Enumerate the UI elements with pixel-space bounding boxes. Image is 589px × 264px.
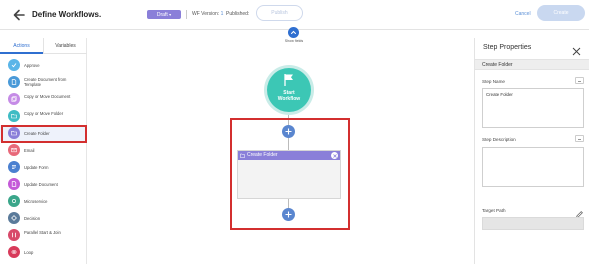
document-edit-icon: [8, 178, 20, 190]
sidebar-item-update-form[interactable]: Update Form: [0, 159, 87, 176]
selection-highlight: [1, 125, 87, 143]
step-name-menu-icon[interactable]: [575, 77, 584, 84]
sidebar-item-microservice[interactable]: Microservice: [0, 193, 87, 210]
top-bar: Define Workflows. Draft ▾ WF Version: 1 …: [0, 0, 589, 30]
sidebar-item-create-document-from-template[interactable]: Create Document from Template: [0, 74, 87, 91]
sidebar-item-label: Approve: [24, 63, 40, 68]
chevron-down-icon: ▾: [169, 12, 172, 17]
page-title: Define Workflows.: [32, 10, 102, 19]
tab-variables[interactable]: Variables: [43, 38, 87, 54]
status-badge-label: Draft: [156, 12, 168, 18]
form-icon: [8, 161, 20, 173]
sidebar-item-label: Parallel Start & Join: [24, 230, 61, 235]
chevron-up-icon[interactable]: [288, 27, 299, 38]
sidebar-item-decision[interactable]: Decision: [0, 210, 87, 227]
step-properties-panel: Step Properties Create Folder Step Name …: [474, 38, 589, 264]
sidebar-item-label: Update Document: [24, 182, 58, 187]
cancel-link[interactable]: Cancel: [515, 11, 531, 17]
step-description-field[interactable]: [482, 147, 584, 187]
email-icon: [8, 144, 20, 156]
panel-title: Step Properties: [483, 44, 532, 51]
sidebar-item-update-document[interactable]: Update Document: [0, 176, 87, 193]
sidebar-item-approve[interactable]: Approve: [0, 57, 87, 74]
show-fields-label: Show fields: [284, 39, 304, 43]
step-description-menu-icon[interactable]: [575, 135, 584, 142]
loop-icon: [8, 246, 20, 258]
start-label-line-2: Workflow: [277, 96, 301, 102]
sidebar-item-loop[interactable]: Loop: [0, 244, 87, 261]
sidebar-item-label: Create Document from Template: [24, 77, 67, 87]
check-icon: [8, 59, 20, 71]
publish-button[interactable]: Publish: [256, 5, 303, 21]
step-name-field[interactable]: Create Folder: [482, 88, 584, 128]
close-icon[interactable]: [572, 43, 581, 56]
create-button[interactable]: Create: [537, 5, 585, 21]
wf-version-label: WF Version:: [192, 11, 220, 17]
parallel-icon: [8, 229, 20, 241]
start-node-inner: Start Workflow: [267, 68, 311, 112]
step-name-value: Create Folder: [486, 92, 513, 97]
sidebar-item-label: Update Form: [24, 165, 49, 170]
sidebar-item-label: Loop: [24, 250, 34, 255]
actions-sidebar: Actions Variables Approve Create Document…: [0, 38, 87, 264]
decision-icon: [8, 212, 20, 224]
sidebar-item-label: Decision: [24, 216, 41, 221]
sidebar-item-label: Microservice: [24, 199, 48, 204]
published-label: Published:: [226, 11, 250, 17]
microservice-icon: [8, 195, 20, 207]
status-badge[interactable]: Draft ▾: [147, 10, 181, 19]
divider: [186, 10, 187, 19]
step-name-label: Step Name: [482, 79, 505, 84]
sidebar-item-copy-or-move-document[interactable]: Copy or Move Document: [0, 91, 87, 108]
folder-icon: [8, 110, 20, 122]
back-arrow-icon[interactable]: [12, 8, 26, 22]
pencil-icon[interactable]: [575, 206, 584, 219]
start-node-label: Start Workflow: [267, 90, 311, 102]
wf-version-value: 1: [220, 11, 224, 17]
target-path-field[interactable]: [482, 217, 584, 230]
sidebar-item-label: Email: [24, 148, 35, 153]
flag-icon: [284, 74, 293, 86]
wf-version: WF Version: 1: [192, 11, 223, 17]
sidebar-item-label: Copy or Move Folder: [24, 111, 64, 116]
selection-highlight-node: [230, 118, 350, 230]
panel-subheader-label: Create Folder: [482, 62, 513, 68]
sidebar-item-email[interactable]: Email: [0, 142, 87, 159]
tab-actions[interactable]: Actions: [0, 38, 43, 54]
copy-icon: [8, 93, 20, 105]
sidebar-item-label: Copy or Move Document: [24, 94, 71, 99]
target-path-label: Target Path: [482, 208, 506, 213]
step-description-label: Step Description: [482, 137, 516, 142]
start-workflow-node[interactable]: Start Workflow: [264, 65, 314, 115]
sidebar-item-copy-or-move-folder[interactable]: Copy or Move Folder: [0, 108, 87, 125]
sidebar-tabs: Actions Variables: [0, 38, 87, 54]
panel-subheader: Create Folder: [475, 59, 589, 70]
document-icon: [8, 76, 20, 88]
sidebar-item-parallel-start-join[interactable]: Parallel Start & Join: [0, 227, 87, 244]
